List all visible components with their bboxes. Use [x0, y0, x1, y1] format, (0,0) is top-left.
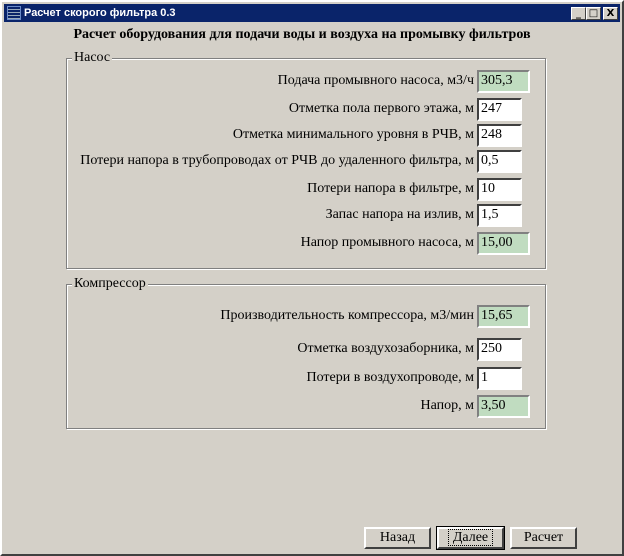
compressor-field-label: Потери в воздухопроводе, м: [306, 370, 474, 385]
pump-input-field[interactable]: 0,5: [477, 150, 522, 173]
main-window: Расчет скорого фильтра 0.3 _ □ X Расчет …: [0, 0, 624, 556]
calculate-button[interactable]: Расчет: [510, 527, 577, 549]
pump-row: Отметка минимального уровня в РЧВ, м 248: [66, 124, 546, 147]
pump-field-label: Отметка пола первого этажа, м: [288, 101, 474, 116]
compressor-field-label: Напор, м: [420, 398, 475, 413]
next-button[interactable]: Далее: [436, 526, 505, 550]
pump-row: Напор промывного насоса, м 15,00: [66, 232, 546, 255]
compressor-field-label: Производительность компрессора, м3/мин: [220, 308, 474, 323]
close-button[interactable]: X: [603, 7, 618, 20]
pump-input-field[interactable]: 248: [477, 124, 522, 147]
pump-field-label: Потери напора в фильтре, м: [307, 181, 474, 196]
compressor-field-label: Отметка воздухозаборника, м: [297, 341, 474, 356]
pump-row: Подача промывного насоса, м3/ч 305,3: [66, 70, 546, 93]
pump-field-label: Отметка минимального уровня в РЧВ, м: [232, 127, 474, 142]
pump-row: Отметка пола первого этажа, м 247: [66, 98, 546, 121]
compressor-row: Напор, м 3,50: [66, 395, 546, 418]
pump-group-label: Насос: [72, 50, 113, 66]
compressor-input-field[interactable]: 250: [477, 338, 522, 361]
compressor-row: Потери в воздухопроводе, м1: [66, 367, 546, 390]
pump-input-field[interactable]: 1,5: [477, 204, 522, 227]
pump-field-label: Потери напора в трубопроводах от РЧВ до …: [80, 153, 474, 168]
back-button[interactable]: Назад: [364, 527, 431, 549]
app-icon: [7, 6, 21, 20]
maximize-button[interactable]: □: [586, 7, 601, 20]
next-button-label: Далее: [447, 529, 494, 546]
compressor-row: Производительность компрессора, м3/мин 15…: [66, 305, 546, 328]
page-heading: Расчет оборудования для подачи воды и во…: [73, 27, 531, 42]
window-title: Расчет скорого фильтра 0.3: [24, 7, 176, 19]
title-bar[interactable]: Расчет скорого фильтра 0.3 _ □ X: [4, 4, 620, 22]
compressor-group-label: Компрессор: [72, 276, 148, 292]
compressor-result-field: 15,65: [477, 305, 530, 328]
pump-row: Потери напора в фильтре, м 10: [66, 178, 546, 201]
pump-row: Потери напора в трубопроводах от РЧВ до …: [66, 150, 546, 173]
minimize-button[interactable]: _: [571, 7, 586, 20]
pump-field-label: Запас напора на излив, м: [325, 207, 474, 222]
compressor-input-field[interactable]: 1: [477, 367, 522, 390]
pump-result-field: 15,00: [477, 232, 530, 255]
pump-input-field[interactable]: 247: [477, 98, 522, 121]
pump-field-label: Напор промывного насоса, м: [300, 235, 474, 250]
compressor-row: Отметка воздухозаборника, м 250: [66, 338, 546, 361]
compressor-result-field: 3,50: [477, 395, 530, 418]
pump-row: Запас напора на излив, м 1,5: [66, 204, 546, 227]
pump-field-label: Подача промывного насоса, м3/ч: [277, 73, 474, 88]
pump-result-field: 305,3: [477, 70, 530, 93]
pump-input-field[interactable]: 10: [477, 178, 522, 201]
